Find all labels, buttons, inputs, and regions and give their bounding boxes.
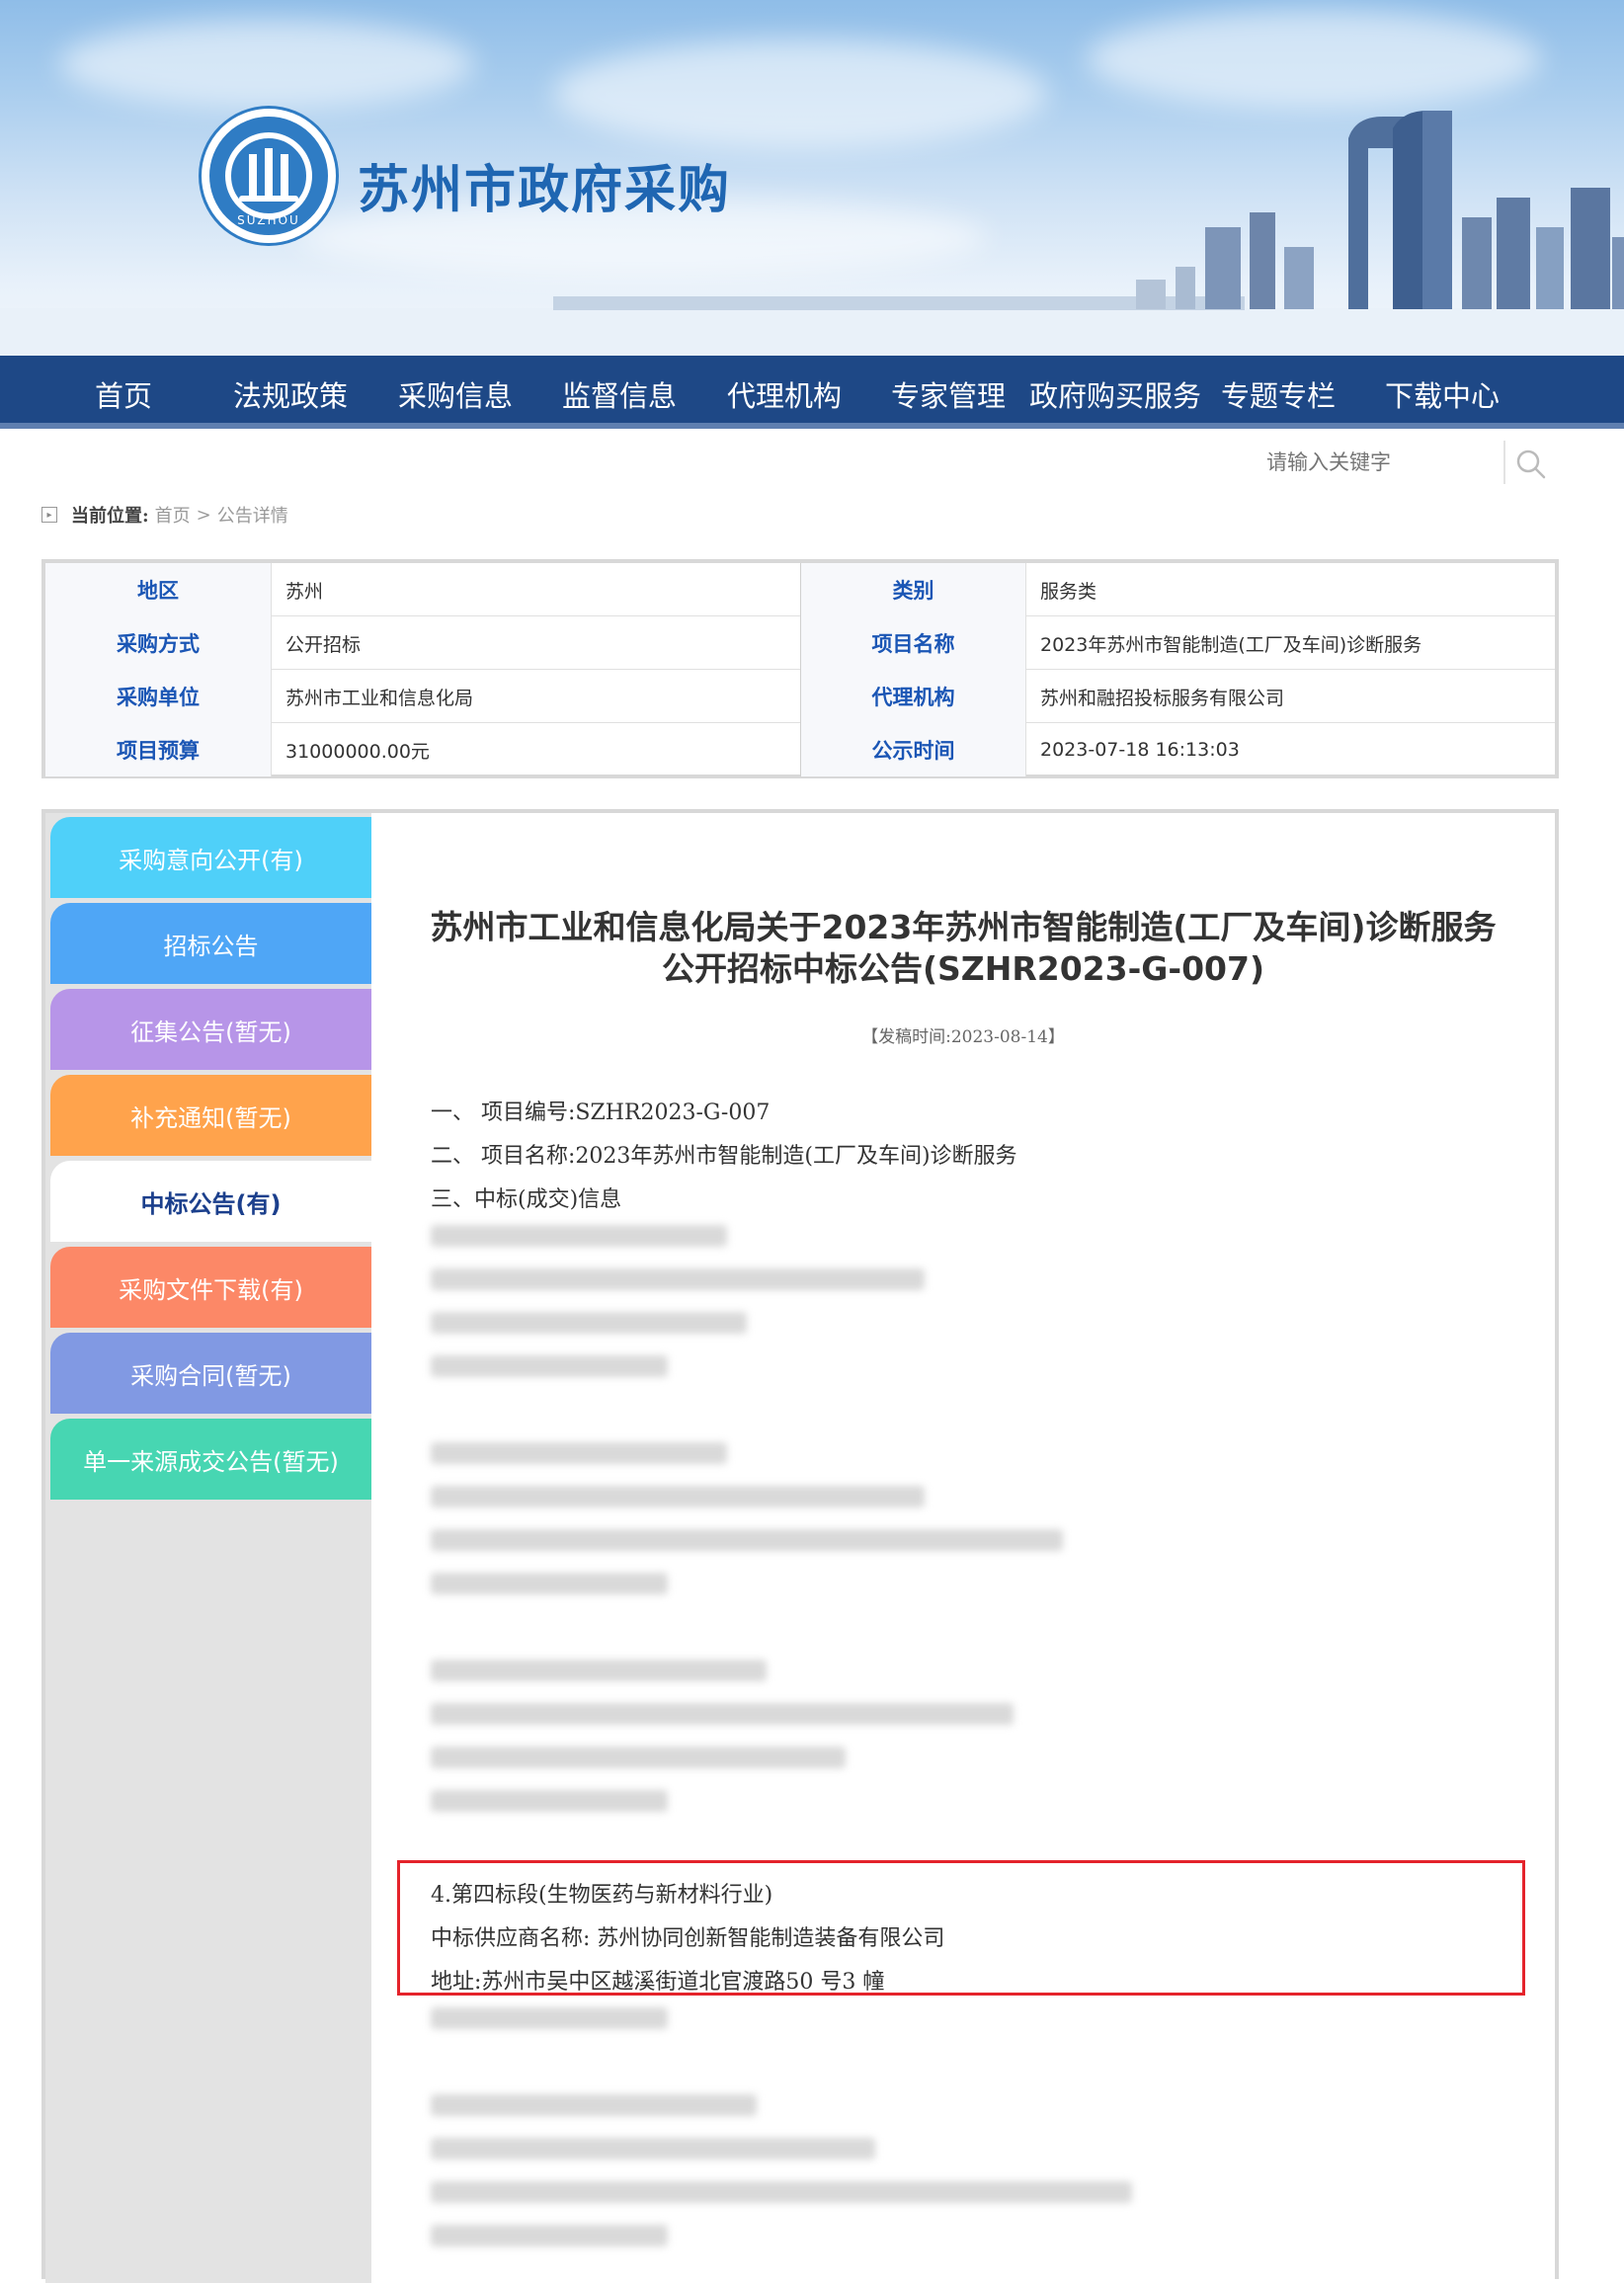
breadcrumb: ▸ 当前位置: 首页 > 公告详情 — [41, 502, 288, 528]
label-category: 类别 — [800, 563, 1025, 616]
project-info-table: 地区 苏州 类别 服务类 采购方式 公开招标 项目名称 2023年苏州市智能制造… — [41, 559, 1559, 778]
nav-downloads[interactable]: 下载中心 — [1385, 373, 1500, 413]
nav-special-topics[interactable]: 专题专栏 — [1221, 373, 1336, 413]
nav-gov-purchase-services[interactable]: 政府购买服务 — [1029, 373, 1201, 413]
value-category: 服务类 — [1025, 563, 1555, 616]
sidebar-item-solicitation-notice[interactable]: 征集公告(暂无) — [50, 989, 371, 1070]
value-purchaser: 苏州市工业和信息化局 — [271, 670, 800, 723]
content-frame: 采购意向公开(有) 招标公告 征集公告(暂无) 补充通知(暂无) 中标公告(有)… — [41, 809, 1559, 2283]
lot4-title: 4.第四标段(生物医药与新材料行业) — [431, 1883, 773, 1908]
sidebar-item-tender-notice[interactable]: 招标公告 — [50, 903, 371, 984]
label-region: 地区 — [45, 563, 271, 616]
article-title-line2: 公开招标中标公告(SZHR2023-G-007) — [661, 949, 1265, 988]
nav-procurement-info[interactable]: 采购信息 — [398, 373, 513, 413]
value-region: 苏州 — [271, 563, 800, 616]
main-nav: 首页 法规政策 采购信息 监督信息 代理机构 专家管理 政府购买服务 专题专栏 … — [0, 356, 1624, 429]
sidebar: 采购意向公开(有) 招标公告 征集公告(暂无) 补充通知(暂无) 中标公告(有)… — [45, 813, 371, 2283]
sidebar-item-award-notice[interactable]: 中标公告(有) — [50, 1161, 371, 1242]
article-date: 【发稿时间:2023-08-14】 — [861, 1027, 1065, 1047]
label-agency: 代理机构 — [800, 670, 1025, 723]
nav-agencies[interactable]: 代理机构 — [727, 373, 842, 413]
sidebar-item-document-download[interactable]: 采购文件下载(有) — [50, 1247, 371, 1328]
suzhou-logo: SUZHOU — [202, 109, 336, 243]
breadcrumb-label: 当前位置: — [71, 506, 149, 527]
table-row: 采购单位 苏州市工业和信息化局 代理机构 苏州和融招投标服务有限公司 — [45, 670, 1555, 723]
award-info-heading: 三、中标(成交)信息 — [431, 1187, 622, 1212]
nav-supervision-info[interactable]: 监督信息 — [562, 373, 677, 413]
value-project-name: 2023年苏州市智能制造(工厂及车间)诊断服务 — [1025, 616, 1555, 670]
article-title: 苏州市工业和信息化局关于2023年苏州市智能制造(工厂及车间)诊断服务 公开招标… — [371, 907, 1555, 990]
label-publish-time: 公示时间 — [800, 723, 1025, 776]
lot4-supplier: 中标供应商名称: 苏州协同创新智能制造装备有限公司 — [431, 1926, 945, 1951]
table-row: 项目预算 31000000.00元 公示时间 2023-07-18 16:13:… — [45, 723, 1555, 776]
article: 苏州市工业和信息化局关于2023年苏州市智能制造(工厂及车间)诊断服务 公开招标… — [371, 813, 1555, 2283]
nav-home[interactable]: 首页 — [95, 373, 152, 413]
project-number-line: 一、 项目编号:SZHR2023-G-007 — [431, 1101, 771, 1125]
sidebar-item-intent-disclosure[interactable]: 采购意向公开(有) — [50, 817, 371, 898]
value-agency: 苏州和融招投标服务有限公司 — [1025, 670, 1555, 723]
nav-experts[interactable]: 专家管理 — [891, 373, 1006, 413]
breadcrumb-separator: > — [196, 504, 211, 526]
sidebar-item-supplementary-notice[interactable]: 补充通知(暂无) — [50, 1075, 371, 1156]
logo-ring-text: SUZHOU — [237, 213, 300, 227]
label-purchaser: 采购单位 — [45, 670, 271, 723]
value-budget: 31000000.00元 — [271, 723, 800, 776]
value-procurement-method: 公开招标 — [271, 616, 800, 670]
label-procurement-method: 采购方式 — [45, 616, 271, 670]
site-title: 苏州市政府采购 — [358, 161, 732, 220]
location-icon: ▸ — [41, 507, 57, 523]
table-row: 地区 苏州 类别 服务类 — [45, 563, 1555, 616]
sidebar-item-contract[interactable]: 采购合同(暂无) — [50, 1333, 371, 1414]
project-name-line: 二、 项目名称:2023年苏州市智能制造(工厂及车间)诊断服务 — [431, 1144, 1017, 1169]
breadcrumb-current: 公告详情 — [216, 506, 288, 527]
breadcrumb-home[interactable]: 首页 — [155, 502, 191, 528]
label-project-name: 项目名称 — [800, 616, 1025, 670]
lot4-address: 地址:苏州市吴中区越溪街道北官渡路50 号3 幢 — [431, 1970, 885, 1995]
header-banner: SUZHOU 苏州市政府采购 — [0, 0, 1624, 356]
label-budget: 项目预算 — [45, 723, 271, 776]
table-row: 采购方式 公开招标 项目名称 2023年苏州市智能制造(工厂及车间)诊断服务 — [45, 616, 1555, 670]
search-icon[interactable] — [1513, 447, 1549, 482]
logo-emblem-icon — [225, 132, 312, 219]
search-input[interactable] — [1255, 443, 1502, 482]
sidebar-item-single-source[interactable]: 单一来源成交公告(暂无) — [50, 1419, 371, 1500]
value-publish-time: 2023-07-18 16:13:03 — [1025, 723, 1555, 776]
search-divider — [1503, 441, 1505, 484]
article-title-line1: 苏州市工业和信息化局关于2023年苏州市智能制造(工厂及车间)诊断服务 — [430, 908, 1497, 946]
nav-regulations[interactable]: 法规政策 — [233, 373, 348, 413]
